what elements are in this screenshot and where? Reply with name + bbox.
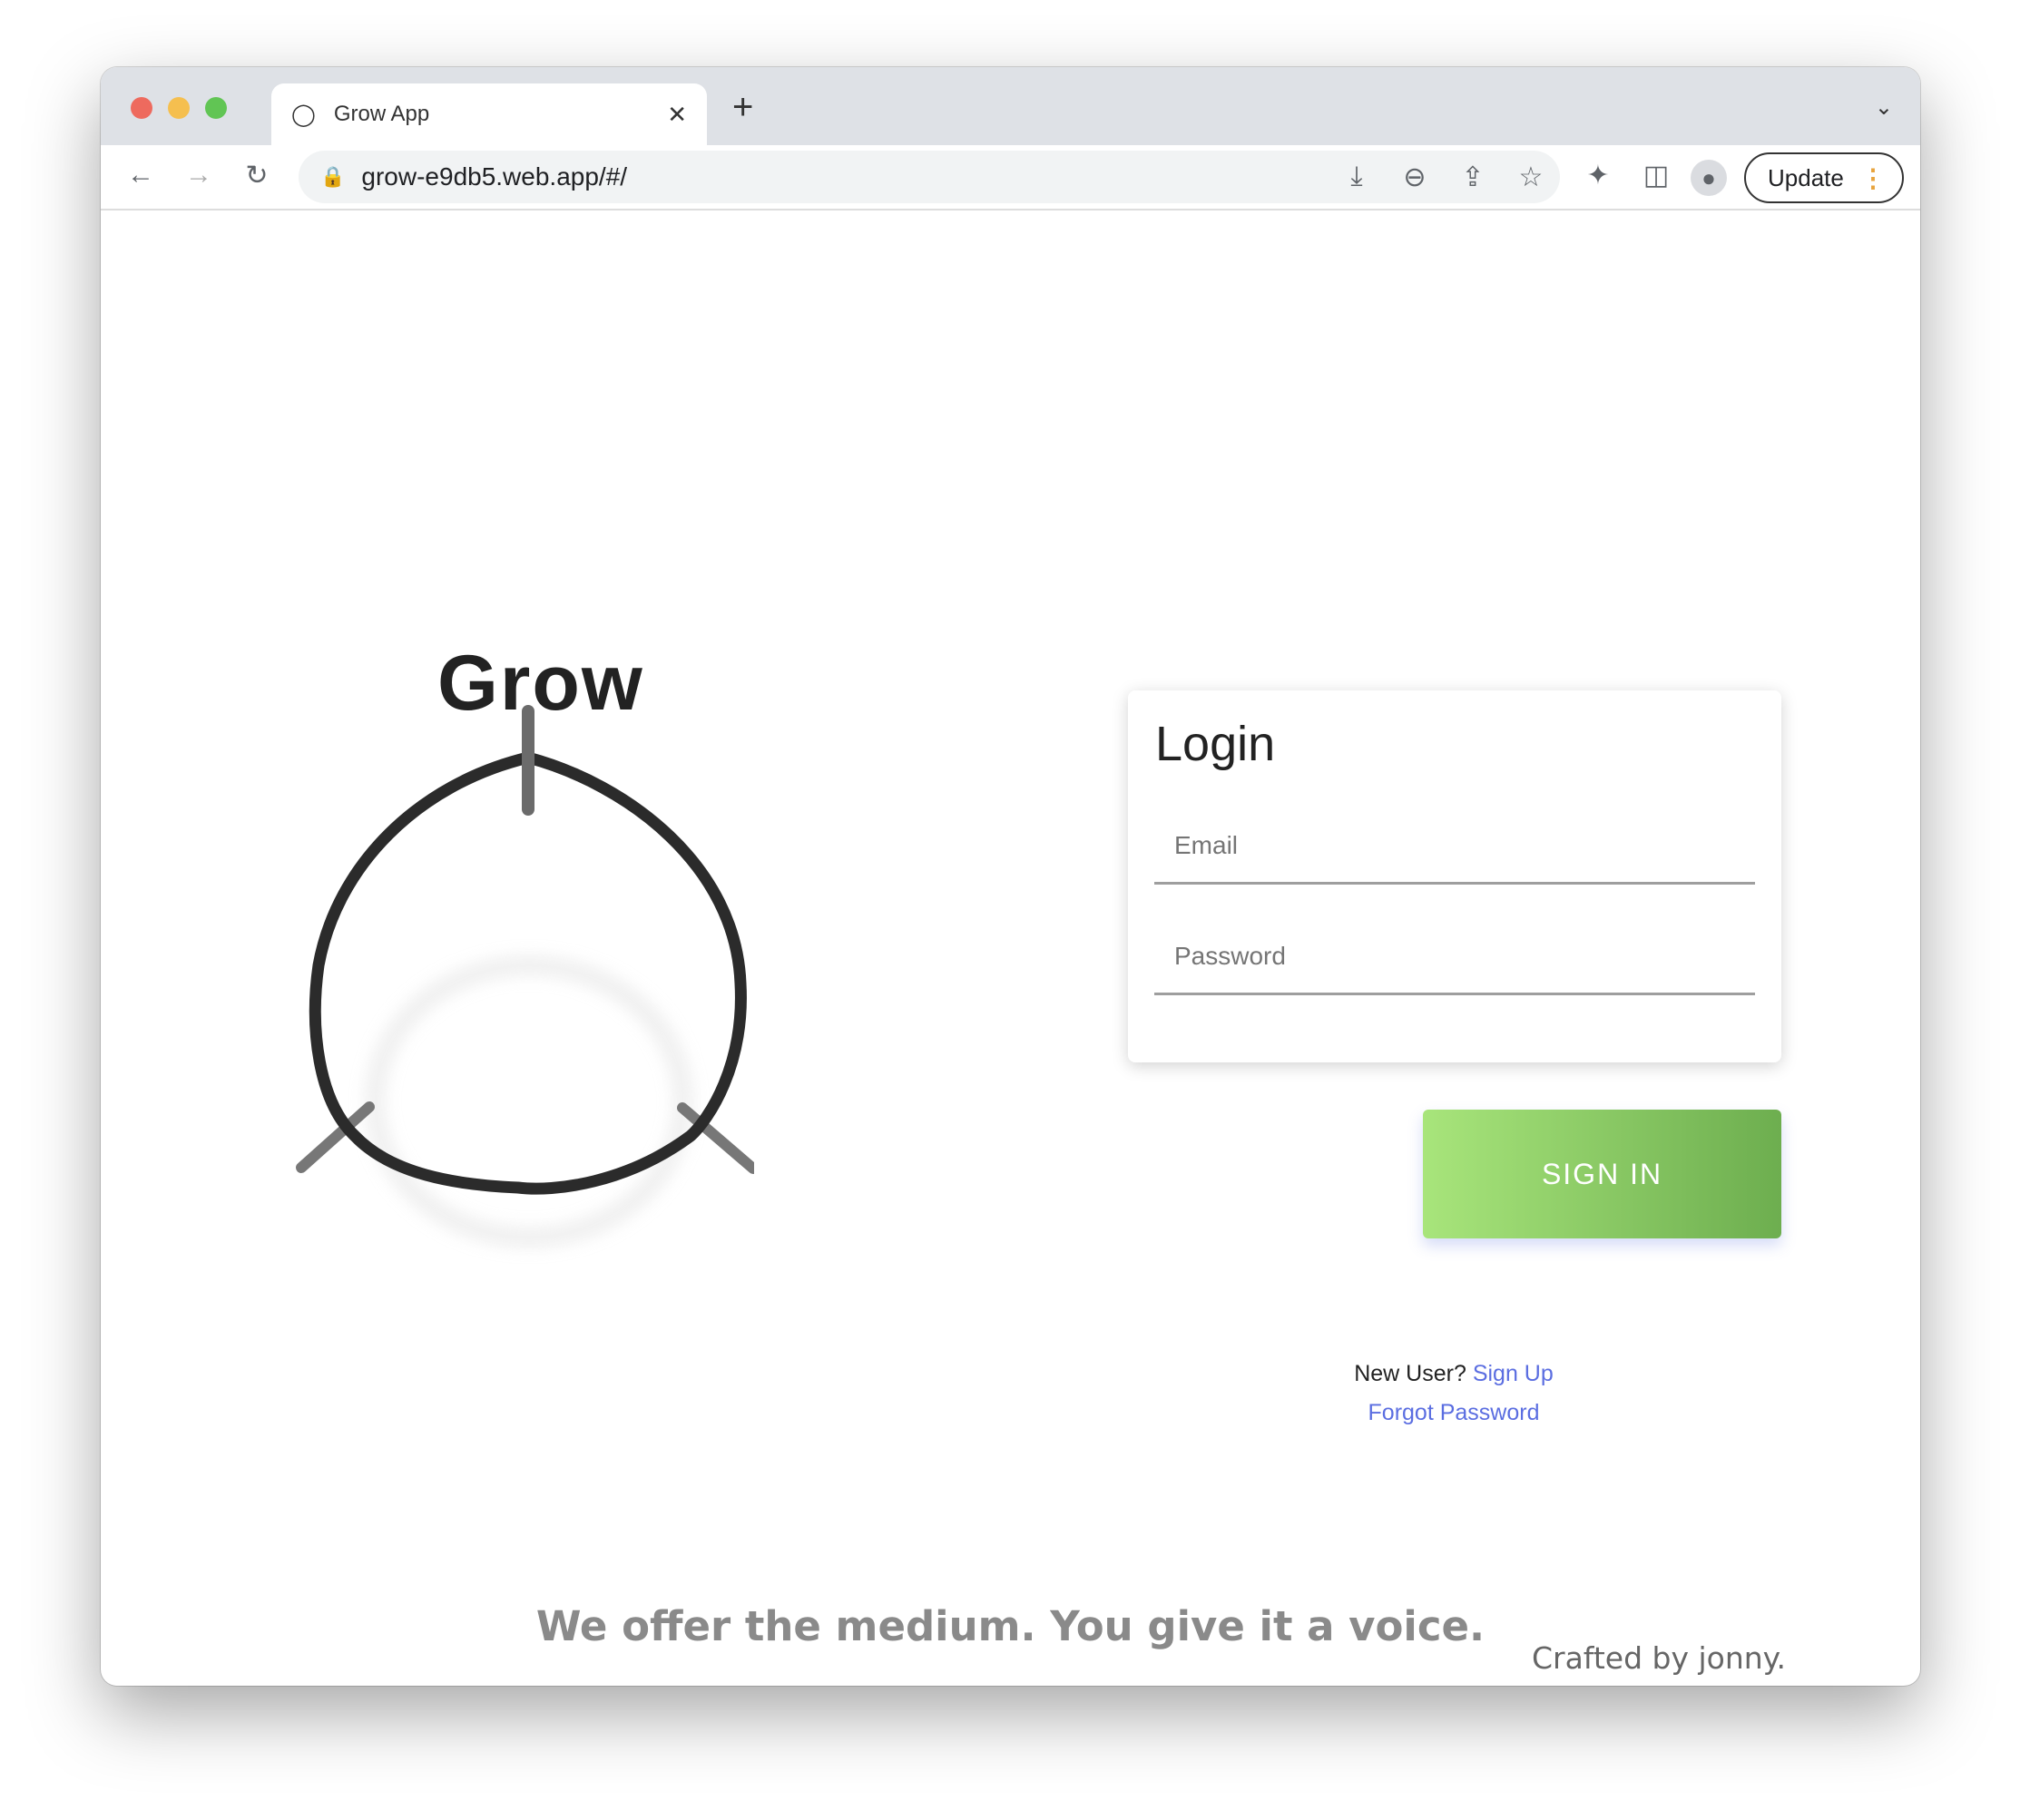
grow-logo — [296, 705, 754, 1244]
chevron-down-icon[interactable]: ⌄ — [1875, 94, 1893, 121]
forgot-password-link[interactable]: Forgot Password — [1368, 1400, 1540, 1425]
more-menu-icon[interactable]: ⋮ — [1860, 163, 1886, 193]
email-field[interactable] — [1154, 808, 1755, 885]
tab-bar: ◯ Grow App ✕ + ⌄ — [101, 67, 1920, 145]
maximize-window-button[interactable] — [205, 97, 227, 119]
browser-window: ◯ Grow App ✕ + ⌄ ← → ↻ 🔒 grow-e9db5.web.… — [101, 67, 1920, 1686]
update-label: Update — [1768, 163, 1844, 191]
zoom-out-icon[interactable]: ⊖ — [1386, 161, 1444, 193]
tab-grow-app[interactable]: ◯ Grow App ✕ — [271, 83, 707, 145]
credit-text: Crafted by jonny. — [1531, 1640, 1786, 1676]
sign-in-button[interactable]: SIGN IN — [1423, 1110, 1781, 1238]
forgot-password-row: Forgot Password — [1182, 1400, 1726, 1426]
minimize-window-button[interactable] — [168, 97, 190, 119]
url-text[interactable]: grow-e9db5.web.app/#/ — [361, 162, 1328, 191]
back-icon[interactable]: ← — [112, 160, 170, 191]
new-tab-icon[interactable]: + — [732, 87, 753, 128]
close-window-button[interactable] — [131, 97, 152, 119]
login-title: Login — [1155, 717, 1276, 771]
bookmark-star-icon[interactable]: ☆ — [1502, 161, 1560, 193]
new-user-text: New User? — [1354, 1361, 1466, 1386]
extensions-icon[interactable]: ✦ — [1569, 160, 1627, 191]
address-bar[interactable]: 🔒 grow-e9db5.web.app/#/ ⤓ ⊖ ⇪ ☆ — [299, 151, 1560, 203]
side-panel-icon[interactable]: ◫ — [1627, 160, 1685, 191]
password-field[interactable] — [1154, 919, 1755, 995]
tab-title: Grow App — [333, 102, 430, 126]
sign-up-row: New User? Sign Up — [1182, 1361, 1726, 1387]
install-icon[interactable]: ⤓ — [1328, 161, 1386, 192]
sign-in-label: SIGN IN — [1541, 1157, 1663, 1190]
sign-up-link[interactable]: Sign Up — [1473, 1361, 1554, 1386]
forward-icon[interactable]: → — [170, 160, 228, 191]
lock-icon: 🔒 — [320, 165, 346, 188]
page-content: Grow Login SIGN IN New User? Sign Up For… — [101, 212, 1920, 1686]
grow-logo-icon: ◯ — [291, 102, 316, 127]
profile-avatar-icon[interactable]: ● — [1691, 160, 1727, 196]
close-tab-icon[interactable]: ✕ — [667, 101, 687, 129]
reload-icon[interactable]: ↻ — [228, 160, 286, 191]
login-card: Login — [1128, 690, 1781, 1062]
share-icon[interactable]: ⇪ — [1444, 161, 1502, 193]
update-button[interactable]: Update ⋮ — [1744, 152, 1904, 203]
toolbar: ← → ↻ 🔒 grow-e9db5.web.app/#/ ⤓ ⊖ ⇪ ☆ ✦ … — [101, 145, 1920, 210]
